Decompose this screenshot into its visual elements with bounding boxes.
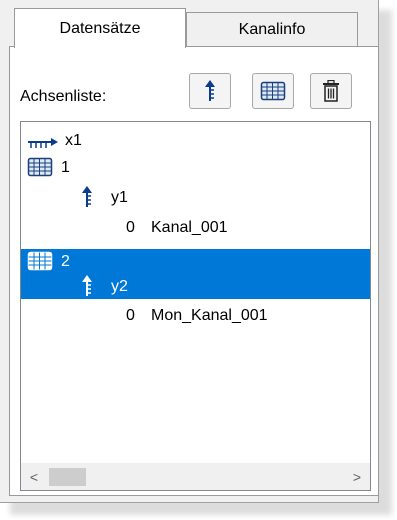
tree-item-label: y2: [111, 278, 128, 295]
chevron-right-icon: >: [352, 469, 362, 485]
channel-index: 0: [126, 307, 135, 324]
tab-datensaetze-label: Datensätze: [59, 19, 141, 37]
tree-item-mon-channel[interactable]: 0 Mon_Kanal_001: [21, 303, 370, 328]
tree-item-label: 1: [61, 159, 70, 176]
tab-kanalinfo[interactable]: Kanalinfo: [186, 12, 358, 46]
tab-datensaetze[interactable]: Datensätze: [14, 8, 186, 48]
tree-item-dataset-1[interactable]: 1: [21, 155, 370, 180]
scrollbar-thumb[interactable]: [49, 468, 86, 486]
tab-kanalinfo-label: Kanalinfo: [238, 20, 306, 38]
axes-tree[interactable]: x1 1 y1 0 Kanal_001 2 y2 0 Mon_Kanal_001…: [20, 121, 371, 491]
add-y-axis-button[interactable]: [189, 73, 231, 109]
grid-table-icon: [260, 81, 286, 101]
tree-item-y1[interactable]: y1: [21, 185, 370, 210]
scroll-left-button[interactable]: <: [21, 464, 47, 490]
y-axis-arrow-icon: [203, 80, 217, 102]
scroll-right-button[interactable]: >: [344, 464, 370, 490]
y-axis-arrow-icon: [80, 186, 94, 216]
dataset-icon: [27, 157, 53, 185]
axes-list-label: Achsenliste:: [20, 88, 107, 105]
tree-item-channel[interactable]: 0 Kanal_001: [21, 215, 370, 240]
tree-item-label: y1: [111, 189, 128, 206]
tree-item-label: 2: [61, 253, 70, 270]
tree-item-label: Mon_Kanal_001: [151, 307, 268, 324]
tree-item-y2[interactable]: y2: [21, 274, 370, 299]
tree-item-label: x1: [65, 132, 82, 149]
channel-index: 0: [126, 219, 135, 236]
tree-item-dataset-2[interactable]: 2: [21, 249, 370, 274]
dataset-panel: Kanalinfo Datensätze Achsenliste: x1 1 y…: [0, 0, 379, 503]
new-dataset-button[interactable]: [252, 73, 294, 109]
trash-icon: [322, 80, 340, 102]
delete-button[interactable]: [310, 73, 352, 109]
horizontal-scrollbar[interactable]: < >: [21, 463, 370, 490]
tree-item-label: Kanal_001: [151, 219, 228, 236]
tree-item-x1[interactable]: x1: [21, 128, 370, 153]
y-axis-arrow-icon: [80, 275, 94, 305]
chevron-left-icon: <: [29, 469, 39, 485]
